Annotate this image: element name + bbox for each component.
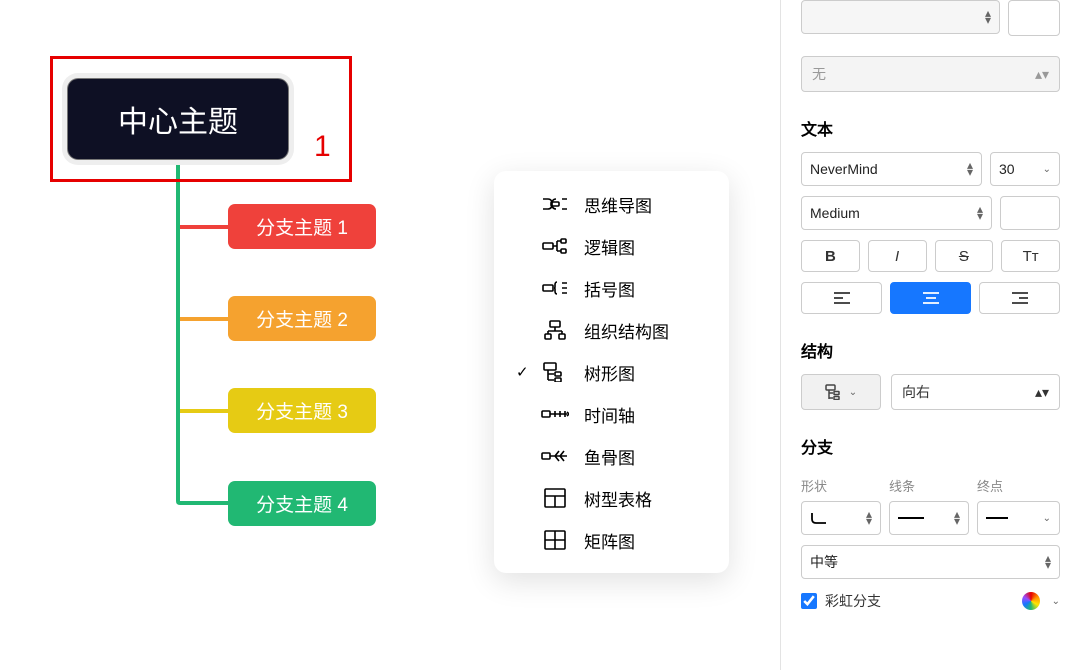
top-stub-select[interactable]: ▴▾ [801, 0, 1000, 34]
menu-item-mindmap[interactable]: 思维导图 [494, 183, 729, 225]
align-left-button[interactable] [801, 282, 882, 314]
top-stub-swatch[interactable] [1008, 0, 1060, 36]
mindmap-icon [538, 193, 572, 215]
matrix-icon [538, 529, 572, 551]
highlight-num-1: 1 [314, 130, 331, 164]
font-weight-select[interactable]: Medium ▴▾ [801, 196, 992, 230]
branch-size-select[interactable]: 中等 ▴▾ [801, 545, 1060, 579]
tree-small-icon [825, 384, 843, 400]
align-center-button[interactable] [890, 282, 971, 314]
treetable-icon [538, 487, 572, 509]
text-color-swatch[interactable] [1000, 196, 1060, 230]
menu-item-fishbone[interactable]: 鱼骨图 [494, 435, 729, 477]
branch-size-value: 中等 [810, 552, 838, 572]
menu-item-org[interactable]: 组织结构图 [494, 309, 729, 351]
menu-label: 组织结构图 [584, 318, 669, 343]
branch-4[interactable]: 分支主题 4 [228, 481, 376, 526]
rainbow-checkbox-row: 彩虹分支 ⌄ [801, 591, 1060, 611]
menu-label: 括号图 [584, 276, 635, 301]
align-right-icon [1012, 292, 1028, 304]
italic-button[interactable]: I [868, 240, 927, 272]
menu-label: 树形图 [584, 360, 635, 385]
logic-icon [538, 235, 572, 257]
menu-label: 思维导图 [584, 192, 652, 217]
menu-item-tree[interactable]: ✓ 树形图 [494, 351, 729, 393]
dash-icon [986, 516, 1008, 520]
menu-label: 矩阵图 [584, 528, 635, 553]
branch-shape-select[interactable]: ▴▾ [801, 501, 881, 535]
highlight-box-1 [50, 56, 352, 182]
line-icon [898, 516, 924, 520]
menu-label: 树型表格 [584, 486, 652, 511]
text-section-title: 文本 [801, 116, 1060, 140]
bold-button[interactable]: B [801, 240, 860, 272]
rainbow-checkbox[interactable] [801, 593, 817, 609]
structure-type-button[interactable]: ⌄ [801, 374, 881, 410]
structure-section-title: 结构 [801, 338, 1060, 362]
branch-3[interactable]: 分支主题 3 [228, 388, 376, 433]
disabled-value: 无 [812, 64, 826, 84]
org-icon [538, 319, 572, 341]
bracket-icon [538, 277, 572, 299]
menu-item-timeline[interactable]: 时间轴 [494, 393, 729, 435]
branch-line-select[interactable]: ▴▾ [889, 501, 969, 535]
curve-icon [810, 511, 830, 525]
format-sidebar: ▴▾ 无 ▴▾ 文本 NeverMind ▴▾ 30 ⌄ Medium ▴▾ B… [780, 0, 1080, 670]
tree-icon [538, 361, 572, 383]
branch-sublabels: 形状 线条 终点 [801, 476, 1060, 495]
font-family-value: NeverMind [810, 161, 878, 177]
strike-button[interactable]: S [935, 240, 994, 272]
font-size-value: 30 [999, 161, 1015, 177]
textcase-button[interactable]: Tᴛ [1001, 240, 1060, 272]
align-left-icon [834, 292, 850, 304]
align-center-icon [923, 292, 939, 304]
menu-item-logic[interactable]: 逻辑图 [494, 225, 729, 267]
fishbone-icon [538, 445, 572, 467]
font-family-select[interactable]: NeverMind ▴▾ [801, 152, 982, 186]
font-weight-value: Medium [810, 205, 860, 221]
menu-item-matrix[interactable]: 矩阵图 [494, 519, 729, 561]
branch-2[interactable]: 分支主题 2 [228, 296, 376, 341]
tick-check: ✓ [516, 363, 538, 381]
branch-section-title: 分支 [801, 434, 1060, 458]
branch-end-select[interactable]: ⌄ [977, 501, 1060, 535]
branch-1[interactable]: 分支主题 1 [228, 204, 376, 249]
menu-label: 逻辑图 [584, 234, 635, 259]
structure-menu: 思维导图 逻辑图 括号图 组织结构图 ✓ 树形图 时间轴 [494, 171, 729, 573]
structure-direction-select[interactable]: 向右 ▴▾ [891, 374, 1060, 410]
menu-item-treetable[interactable]: 树型表格 [494, 477, 729, 519]
align-right-button[interactable] [979, 282, 1060, 314]
rainbow-label: 彩虹分支 [825, 591, 881, 611]
font-size-select[interactable]: 30 ⌄ [990, 152, 1060, 186]
disabled-select[interactable]: 无 ▴▾ [801, 56, 1060, 92]
rainbow-icon[interactable] [1022, 592, 1040, 610]
timeline-icon [538, 403, 572, 425]
menu-label: 鱼骨图 [584, 444, 635, 469]
menu-label: 时间轴 [584, 402, 635, 427]
structure-direction-value: 向右 [902, 382, 930, 402]
menu-item-bracket[interactable]: 括号图 [494, 267, 729, 309]
